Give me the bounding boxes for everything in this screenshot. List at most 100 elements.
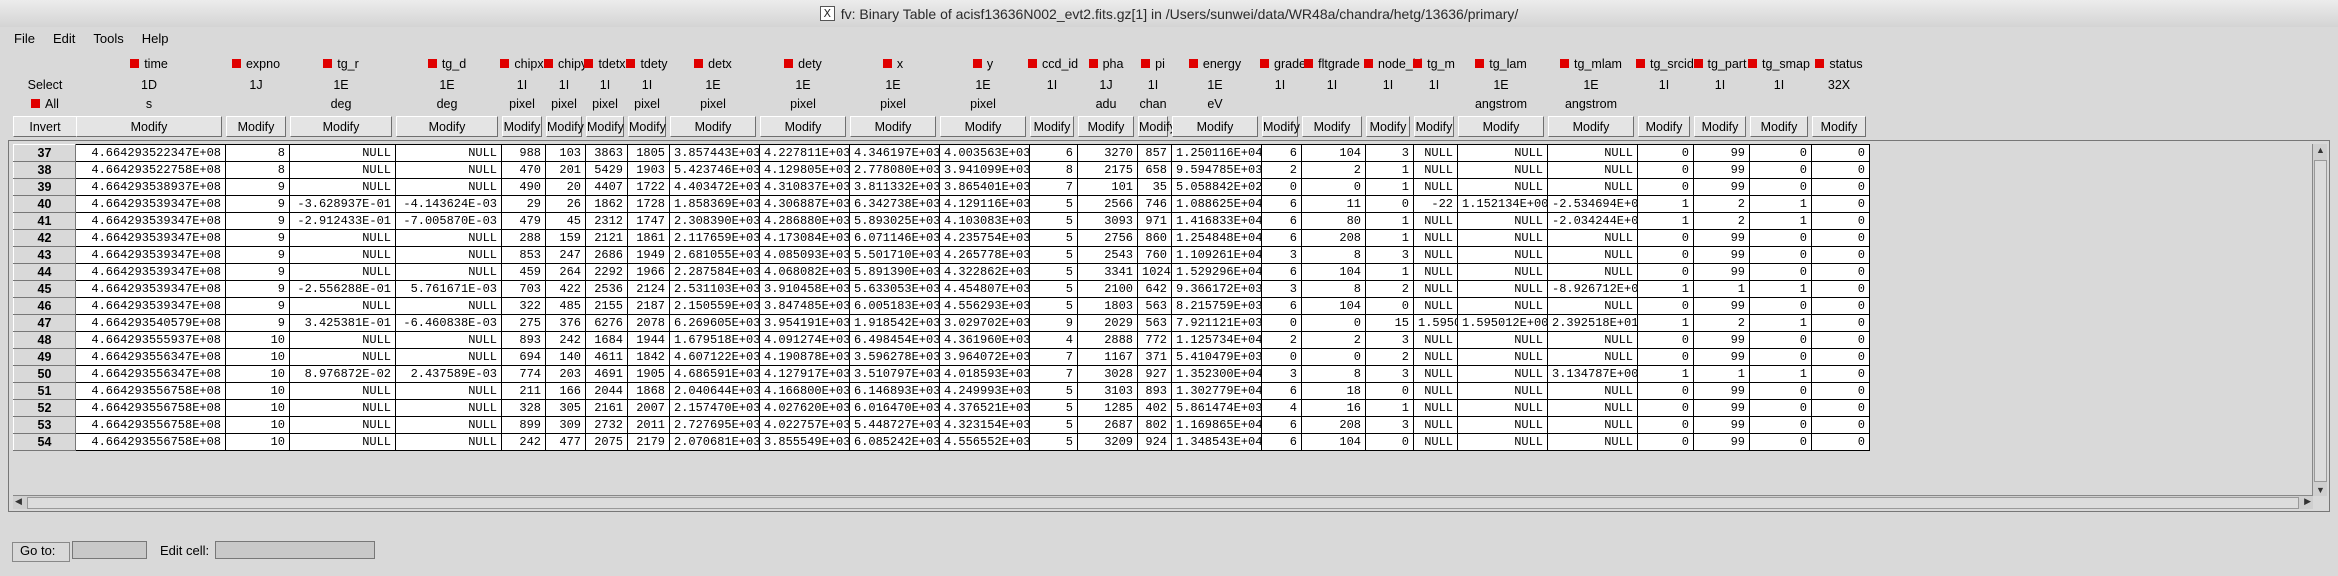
cell-tg_srcid[interactable]: 0 bbox=[1637, 229, 1694, 247]
cell-tg_r[interactable]: 3.425381E-01 bbox=[289, 314, 396, 332]
cell-tg_mlam[interactable]: NULL bbox=[1547, 348, 1638, 366]
cell-expno[interactable]: 10 bbox=[225, 382, 290, 400]
column-select-checkbox-icon[interactable] bbox=[1475, 59, 1485, 68]
modify-button-status[interactable]: Modify bbox=[1812, 116, 1866, 137]
cell-pha[interactable]: 3093 bbox=[1077, 212, 1138, 230]
cell-tg_mlam[interactable]: NULL bbox=[1547, 399, 1638, 417]
cell-grade[interactable]: 3 bbox=[1261, 246, 1302, 264]
cell-chipx[interactable]: 275 bbox=[501, 314, 546, 332]
cell-fltgrade[interactable]: 8 bbox=[1301, 365, 1366, 383]
modify-button-chipy[interactable]: Modify bbox=[546, 116, 584, 137]
cell-chipy[interactable]: 103 bbox=[545, 144, 586, 162]
cell-tg_mlam[interactable]: NULL bbox=[1547, 297, 1638, 315]
cell-tg_d[interactable]: NULL bbox=[395, 229, 502, 247]
cell-tdety[interactable]: 1722 bbox=[627, 178, 670, 196]
cell-tdety[interactable]: 2124 bbox=[627, 280, 670, 298]
cell-y[interactable]: 4.361960E+03 bbox=[939, 331, 1030, 349]
cell-chipy[interactable]: 422 bbox=[545, 280, 586, 298]
cell-chipx[interactable]: 479 bbox=[501, 212, 546, 230]
cell-tdety[interactable]: 1805 bbox=[627, 144, 670, 162]
cell-y[interactable]: 4.129116E+03 bbox=[939, 195, 1030, 213]
column-name[interactable]: tg_lam bbox=[1456, 57, 1546, 71]
cell-node_id[interactable]: 2 bbox=[1365, 280, 1414, 298]
cell-tg_part[interactable]: 99 bbox=[1693, 416, 1750, 434]
column-select-checkbox-icon[interactable] bbox=[882, 59, 892, 68]
cell-tg_srcid[interactable]: 1 bbox=[1637, 314, 1694, 332]
cell-grade[interactable]: 0 bbox=[1261, 178, 1302, 196]
vertical-scrollbar[interactable]: ▲ ▼ bbox=[2312, 144, 2327, 496]
cell-grade[interactable]: 3 bbox=[1261, 280, 1302, 298]
cell-time[interactable]: 4.664293556758E+08 bbox=[75, 416, 226, 434]
cell-pha[interactable]: 2543 bbox=[1077, 246, 1138, 264]
cell-grade[interactable]: 6 bbox=[1261, 416, 1302, 434]
cell-tg_m[interactable]: NULL bbox=[1413, 433, 1458, 451]
cell-ccd_id[interactable]: 5 bbox=[1029, 195, 1078, 213]
modify-button-node_id[interactable]: Modify bbox=[1366, 116, 1410, 137]
cell-expno[interactable]: 8 bbox=[225, 144, 290, 162]
scroll-left-icon[interactable]: ◀ bbox=[15, 496, 22, 507]
cell-tg_r[interactable]: NULL bbox=[289, 348, 396, 366]
cell-tg_lam[interactable]: NULL bbox=[1457, 212, 1548, 230]
menu-help[interactable]: Help bbox=[142, 31, 169, 46]
cell-tg_d[interactable]: 2.437589E-03 bbox=[395, 365, 502, 383]
cell-expno[interactable]: 9 bbox=[225, 229, 290, 247]
column-name[interactable]: dety bbox=[758, 57, 848, 71]
modify-button-pi[interactable]: Modify bbox=[1138, 116, 1176, 137]
cell-expno[interactable]: 10 bbox=[225, 433, 290, 451]
cell-x[interactable]: 5.633053E+03 bbox=[849, 280, 940, 298]
cell-tg_srcid[interactable]: 0 bbox=[1637, 144, 1694, 162]
cell-node_id[interactable]: 1 bbox=[1365, 212, 1414, 230]
cell-pha[interactable]: 2756 bbox=[1077, 229, 1138, 247]
cell-status[interactable]: 0 bbox=[1811, 433, 1870, 451]
cell-pi[interactable]: 772 bbox=[1137, 331, 1172, 349]
cell-pi[interactable]: 563 bbox=[1137, 297, 1172, 315]
column-select-checkbox-icon[interactable] bbox=[323, 59, 333, 68]
cell-fltgrade[interactable]: 0 bbox=[1301, 314, 1366, 332]
cell-node_id[interactable]: 0 bbox=[1365, 382, 1414, 400]
cell-pha[interactable]: 101 bbox=[1077, 178, 1138, 196]
cell-fltgrade[interactable]: 8 bbox=[1301, 246, 1366, 264]
cell-tg_lam[interactable]: NULL bbox=[1457, 382, 1548, 400]
cell-pha[interactable]: 2100 bbox=[1077, 280, 1138, 298]
cell-tdety[interactable]: 2179 bbox=[627, 433, 670, 451]
column-select-checkbox-icon[interactable] bbox=[1141, 59, 1151, 68]
cell-time[interactable]: 4.664293556347E+08 bbox=[75, 348, 226, 366]
cell-ccd_id[interactable]: 5 bbox=[1029, 280, 1078, 298]
cell-pi[interactable]: 35 bbox=[1137, 178, 1172, 196]
cell-status[interactable]: 0 bbox=[1811, 382, 1870, 400]
cell-tg_lam[interactable]: NULL bbox=[1457, 399, 1548, 417]
cell-tdety[interactable]: 1842 bbox=[627, 348, 670, 366]
cell-x[interactable]: 6.085242E+03 bbox=[849, 433, 940, 451]
cell-energy[interactable]: 9.366172E+03 bbox=[1171, 280, 1262, 298]
cell-fltgrade[interactable]: 18 bbox=[1301, 382, 1366, 400]
cell-tg_m[interactable]: -22 bbox=[1413, 195, 1458, 213]
cell-chipx[interactable]: 288 bbox=[501, 229, 546, 247]
cell-pha[interactable]: 1803 bbox=[1077, 297, 1138, 315]
cell-y[interactable]: 4.003563E+03 bbox=[939, 144, 1030, 162]
cell-x[interactable]: 6.071146E+03 bbox=[849, 229, 940, 247]
cell-y[interactable]: 4.265778E+03 bbox=[939, 246, 1030, 264]
cell-energy[interactable]: 1.352300E+04 bbox=[1171, 365, 1262, 383]
cell-tg_m[interactable]: 1.595012E+00 bbox=[1413, 314, 1458, 332]
column-name[interactable]: tg_part bbox=[1692, 57, 1748, 71]
column-name[interactable]: x bbox=[848, 57, 938, 71]
horizontal-scroll-thumb[interactable] bbox=[27, 497, 2299, 509]
cell-y[interactable]: 3.964072E+03 bbox=[939, 348, 1030, 366]
column-name[interactable]: tg_smap bbox=[1748, 57, 1810, 71]
cell-energy[interactable]: 1.254848E+04 bbox=[1171, 229, 1262, 247]
cell-y[interactable]: 4.376521E+03 bbox=[939, 399, 1030, 417]
cell-x[interactable]: 3.510797E+03 bbox=[849, 365, 940, 383]
cell-ccd_id[interactable]: 5 bbox=[1029, 297, 1078, 315]
cell-dety[interactable]: 3.855549E+03 bbox=[759, 433, 850, 451]
cell-chipx[interactable]: 211 bbox=[501, 382, 546, 400]
cell-tdety[interactable]: 1861 bbox=[627, 229, 670, 247]
cell-time[interactable]: 4.664293522347E+08 bbox=[75, 144, 226, 162]
cell-tg_m[interactable]: NULL bbox=[1413, 280, 1458, 298]
cell-tg_part[interactable]: 2 bbox=[1693, 195, 1750, 213]
cell-tg_r[interactable]: NULL bbox=[289, 382, 396, 400]
cell-chipy[interactable]: 140 bbox=[545, 348, 586, 366]
cell-fltgrade[interactable]: 104 bbox=[1301, 144, 1366, 162]
cell-grade[interactable]: 6 bbox=[1261, 433, 1302, 451]
menu-tools[interactable]: Tools bbox=[93, 31, 123, 46]
cell-tg_lam[interactable]: NULL bbox=[1457, 416, 1548, 434]
